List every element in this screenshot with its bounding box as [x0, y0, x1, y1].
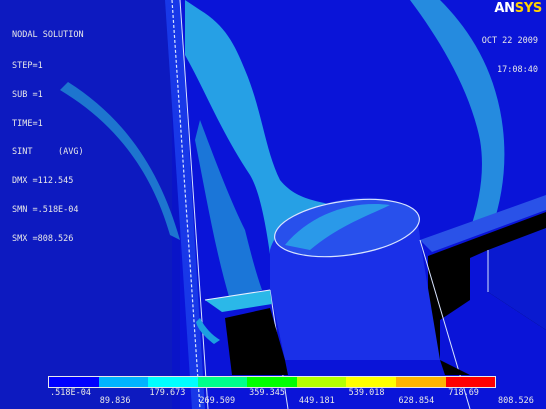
- timestamp-date: OCT 22 2009: [481, 36, 538, 47]
- legend-label-bottom: 359.345: [249, 388, 285, 398]
- legend-label-bottom: 718.69: [448, 388, 479, 398]
- info-line-smx: SMX =808.526: [12, 233, 74, 244]
- legend-label-bottom: 179.673: [149, 388, 186, 398]
- legend-swatch: [296, 377, 347, 387]
- legend-label-bottom: .518E-04: [50, 388, 91, 398]
- legend-label-top: 628.854: [398, 396, 435, 406]
- legend-label-top: 449.181: [298, 396, 335, 406]
- legend-swatch: [445, 377, 496, 387]
- info-line-step: STEP=1: [12, 60, 43, 71]
- legend-swatch: [197, 377, 248, 387]
- legend-swatch: [98, 377, 149, 387]
- timestamp: OCT 22 2009 17:08:40: [482, 18, 538, 95]
- legend-label-bottom: 539.018: [348, 388, 385, 398]
- info-line-dmx: DMX =112.545: [12, 176, 74, 187]
- legend-swatch: [148, 377, 198, 387]
- plot-viewport[interactable]: NODAL SOLUTION STEP=1 SUB =1 TIME=1 SINT…: [0, 0, 546, 409]
- info-line-sub: SUB =1: [12, 89, 43, 100]
- legend-swatch: [49, 377, 99, 387]
- info-line-time: TIME=1: [12, 118, 43, 129]
- info-line-sint: SINT (AVG): [12, 147, 84, 158]
- legend-label-top: 269.509: [199, 396, 236, 406]
- legend-swatch: [247, 377, 297, 387]
- legend-label-top: 808.526: [498, 396, 534, 406]
- timestamp-time: 17:08:40: [497, 64, 538, 75]
- solution-info-panel: NODAL SOLUTION STEP=1 SUB =1 TIME=1 SINT…: [12, 12, 84, 263]
- ansys-logo: ANSYS: [494, 1, 542, 16]
- contour-legend: [48, 376, 496, 388]
- logo-an: AN: [494, 1, 515, 16]
- legend-swatch: [395, 377, 446, 387]
- legend-label-top: 89.836: [99, 396, 131, 406]
- logo-sys: SYS: [514, 1, 543, 16]
- legend-swatch: [346, 377, 396, 387]
- solution-title: NODAL SOLUTION: [12, 30, 84, 41]
- info-line-smn: SMN =.518E-04: [12, 204, 79, 215]
